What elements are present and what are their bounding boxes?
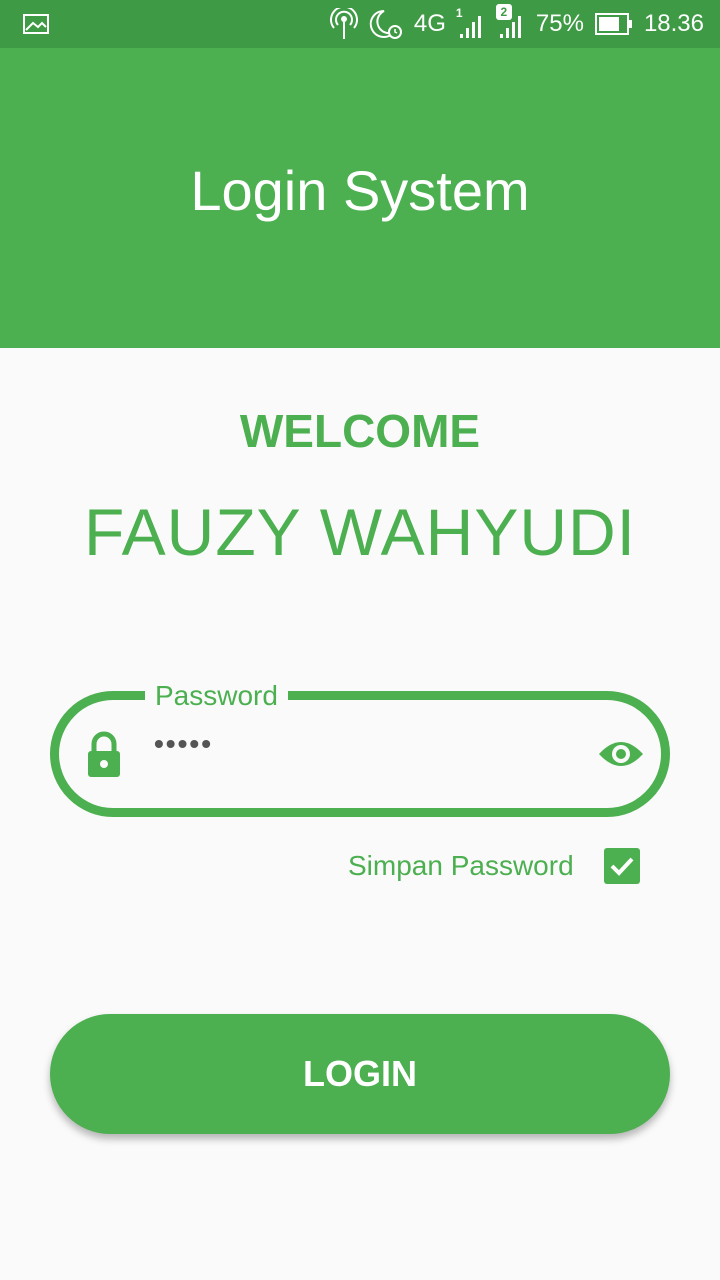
clock: 18.36 xyxy=(643,10,704,37)
check-icon xyxy=(610,857,634,876)
signal-sim1-icon: 1 xyxy=(456,6,486,40)
password-field[interactable]: Password ••••• xyxy=(50,680,670,817)
night-mode-icon xyxy=(369,9,402,39)
save-password-checkbox[interactable] xyxy=(604,848,640,884)
app-bar: Login System xyxy=(0,48,720,348)
hotspot-icon xyxy=(329,8,358,39)
username-label: FAUZY WAHYUDI xyxy=(83,495,637,569)
signal-sim2-icon: 2 xyxy=(495,4,526,40)
status-bar: 4G 1 2 75% 18.36 xyxy=(0,0,720,48)
password-field-label: Password xyxy=(145,680,288,712)
welcome-heading: WELCOME xyxy=(239,405,481,457)
lock-icon xyxy=(88,731,120,777)
battery-percent: 75% xyxy=(535,10,584,37)
network-type: 4G xyxy=(413,10,446,37)
battery-icon xyxy=(594,13,632,35)
image-icon xyxy=(23,14,49,34)
save-password-label: Simpan Password xyxy=(348,850,574,881)
password-input[interactable]: ••••• xyxy=(154,728,213,760)
login-button[interactable]: LOGIN xyxy=(50,1014,670,1134)
app-title: Login System xyxy=(190,159,530,222)
eye-icon[interactable] xyxy=(597,736,645,772)
